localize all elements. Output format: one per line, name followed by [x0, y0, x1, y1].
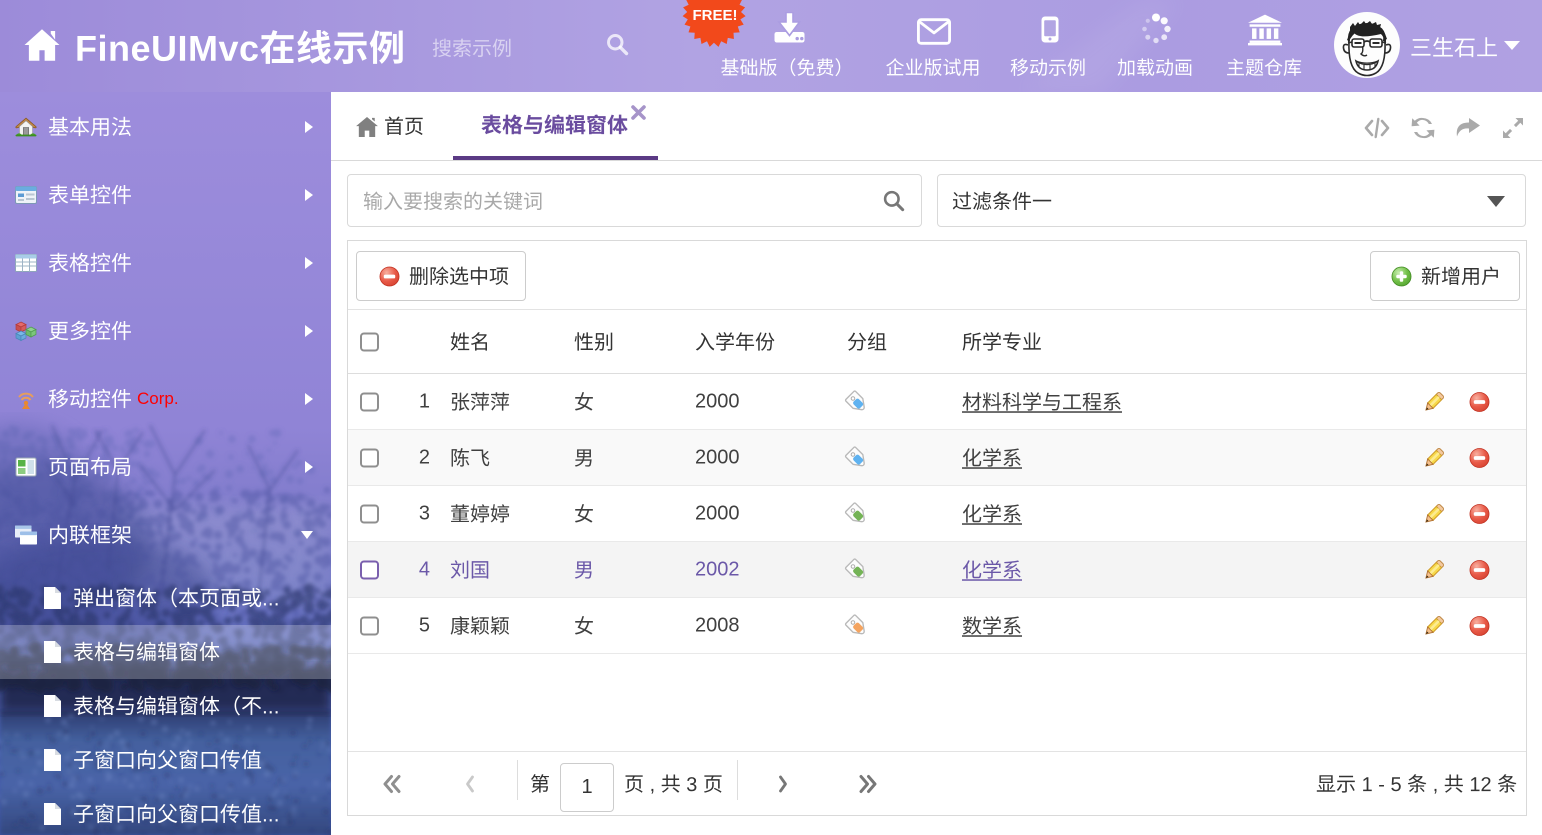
svg-text:FREE!: FREE! — [693, 7, 738, 24]
